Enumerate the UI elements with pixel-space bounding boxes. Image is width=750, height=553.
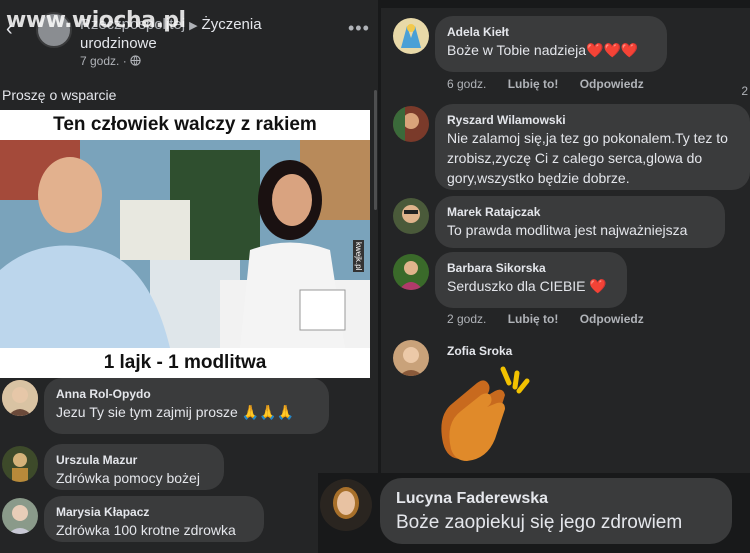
avatar[interactable]: [393, 340, 429, 376]
comment-bubble: Adela Kiełt Boże w Tobie nadzieja❤️❤️❤️: [435, 16, 667, 72]
comment-author[interactable]: Adela Kiełt: [447, 24, 655, 40]
reply-button[interactable]: Odpowiedz: [580, 312, 644, 326]
scrollbar-thumb[interactable]: [374, 90, 377, 210]
watermark: www.wiocha.pl: [6, 8, 186, 33]
comment-author[interactable]: Urszula Mazur: [56, 452, 212, 468]
comment-author[interactable]: Anna Rol-Opydo: [56, 386, 317, 402]
globe-icon: [130, 55, 141, 66]
avatar[interactable]: [320, 479, 372, 531]
meme-bottom-caption: 1 lajk - 1 modlitwa: [0, 348, 370, 378]
post-text: Proszę o wsparcie: [2, 87, 117, 103]
post-panel: www.wiocha.pl ‹ Rzeczpospolitej ▶ Życzenia…: [0, 0, 378, 553]
avatar[interactable]: [393, 254, 429, 290]
comment-author[interactable]: Barbara Sikorska: [447, 260, 615, 276]
meme-illustration: [0, 140, 370, 350]
comment-bubble: Barbara Sikorska Serduszko dla CIEBIE ❤️: [435, 252, 627, 308]
comment-author[interactable]: Zofia Sroka: [447, 344, 512, 358]
comment-text: Boże zaopiekuj się jego zdrowiem: [396, 512, 683, 533]
comment-text: Nie zalamoj się,ja tez go pokonalem.Ty t…: [447, 130, 728, 186]
avatar[interactable]: [2, 380, 38, 416]
comment-bubble: Ryszard Wilamowski Nie zalamoj się,ja te…: [435, 104, 750, 190]
comment-actions: 6 godz. Lubię to! Odpowiedz: [447, 77, 662, 91]
avatar[interactable]: [393, 198, 429, 234]
post-time: 7 godz. ·: [80, 54, 127, 68]
comment-time: 2 godz.: [447, 312, 487, 326]
comment-text: Zdrówka pomocy bożej: [56, 470, 200, 486]
comment-author[interactable]: Marysia Kłapacz: [56, 504, 252, 520]
reaction-count[interactable]: 2: [741, 84, 748, 98]
comment-actions: 2 godz. Lubię to! Odpowiedz: [447, 312, 662, 326]
post-meta: 7 godz. ·: [80, 54, 141, 68]
comment-text: Serduszko dla CIEBIE ❤️: [447, 278, 607, 294]
comment-bubble: Marysia Kłapacz Zdrówka 100 krotne zdrow…: [44, 496, 264, 542]
breadcrumb-arrow-icon: ▶: [189, 20, 198, 32]
comment-text: To prawda modlitwa jest najważniejsza: [447, 222, 688, 238]
avatar[interactable]: [393, 106, 429, 142]
clapping-hands-icon: [433, 363, 543, 468]
avatar[interactable]: [393, 18, 429, 54]
comment-bubble: Marek Ratajczak To prawda modlitwa jest …: [435, 196, 725, 248]
comment-text: Zdrówka 100 krotne zdrowka: [56, 522, 236, 538]
avatar[interactable]: [2, 446, 38, 482]
like-button[interactable]: Lubię to!: [508, 312, 559, 326]
comment-author[interactable]: Marek Ratajczak: [447, 204, 713, 220]
comments-panel: Adela Kiełt Boże w Tobie nadzieja❤️❤️❤️ …: [381, 8, 750, 473]
comment-author[interactable]: Ryszard Wilamowski: [447, 112, 738, 128]
comment-bubble: Lucyna Faderewska Boże zaopiekuj się jeg…: [380, 478, 732, 544]
post-image[interactable]: Ten człowiek walczy z rakiem kwejk.pl 1 …: [0, 110, 370, 378]
bottom-comment: Lucyna Faderewska Boże zaopiekuj się jeg…: [318, 473, 750, 553]
meme-scene: kwejk.pl: [0, 140, 370, 350]
meme-source-tag: kwejk.pl: [353, 240, 364, 273]
comment-text: Jezu Ty sie tym zajmij prosze 🙏🙏🙏: [56, 404, 294, 420]
comment-author[interactable]: Lucyna Faderewska: [396, 488, 716, 510]
reply-button[interactable]: Odpowiedz: [580, 77, 644, 91]
meme-top-caption: Ten człowiek walczy z rakiem: [0, 110, 370, 140]
comment-text: Boże w Tobie nadzieja❤️❤️❤️: [447, 42, 639, 58]
like-button[interactable]: Lubię to!: [508, 77, 559, 91]
comment-bubble: Urszula Mazur Zdrówka pomocy bożej: [44, 444, 224, 490]
comment-bubble: Anna Rol-Opydo Jezu Ty sie tym zajmij pr…: [44, 378, 329, 434]
avatar[interactable]: [2, 498, 38, 534]
more-options-icon[interactable]: •••: [348, 18, 370, 39]
comment-time: 6 godz.: [447, 77, 487, 91]
